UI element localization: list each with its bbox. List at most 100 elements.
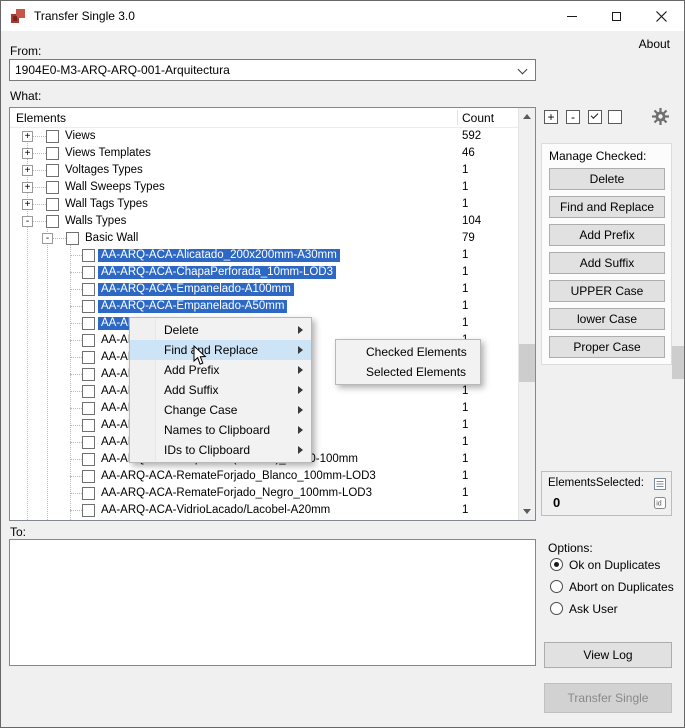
row-checkbox[interactable] xyxy=(82,453,95,466)
tree-row[interactable]: AA-ARQ-ACA-Alicatado_200x200mm-A30mm 1 xyxy=(10,247,518,264)
ids-icon[interactable]: id xyxy=(653,496,667,510)
panel-scrollbar-thumb[interactable] xyxy=(672,346,684,379)
row-checkbox[interactable] xyxy=(82,249,95,262)
context-menu-item[interactable]: Change Case xyxy=(130,400,311,420)
row-checkbox[interactable] xyxy=(46,181,59,194)
collapse-icon[interactable]: - xyxy=(42,233,53,244)
manage-add-suffix-button[interactable]: Add Suffix xyxy=(549,252,665,274)
tree-connector xyxy=(70,510,82,511)
from-dropdown[interactable]: 1904E0-M3-ARQ-ARQ-001-Arquitectura xyxy=(9,59,536,81)
scroll-down-icon[interactable] xyxy=(519,503,535,520)
about-link[interactable]: About xyxy=(639,37,670,51)
manage-delete-button[interactable]: Delete xyxy=(549,168,665,190)
context-menu-item[interactable]: Delete xyxy=(130,320,311,340)
uncheck-all-button[interactable] xyxy=(608,110,622,124)
context-menu-item[interactable]: IDs to Clipboard xyxy=(130,440,311,460)
tree-row[interactable]: + Voltages Types 1 xyxy=(10,162,518,179)
tree-connector xyxy=(70,340,82,341)
radio-label: Ask User xyxy=(569,601,618,616)
minimize-button[interactable] xyxy=(549,1,594,31)
check-all-button[interactable] xyxy=(588,110,602,124)
row-checkbox[interactable] xyxy=(82,283,95,296)
row-checkbox[interactable] xyxy=(82,300,95,313)
context-menu-item[interactable]: Find and Replace xyxy=(130,340,311,360)
submenu-item[interactable]: Selected Elements xyxy=(336,362,480,382)
tree-row[interactable]: - Walls Types 104 xyxy=(10,213,518,230)
row-checkbox[interactable] xyxy=(46,147,59,160)
row-checkbox[interactable] xyxy=(46,130,59,143)
add-button[interactable]: + xyxy=(544,110,558,124)
row-checkbox[interactable] xyxy=(82,487,95,500)
tree-row-label: AA-ARQ-ACA-VidrioLacado/Lacobel-A20mm xyxy=(101,504,331,516)
tree-row[interactable]: + Wall Tags Types 1 xyxy=(10,196,518,213)
maximize-button[interactable] xyxy=(594,1,639,31)
row-checkbox[interactable] xyxy=(82,419,95,432)
row-checkbox[interactable] xyxy=(82,351,95,364)
tree-row-label: AA-ARQ-ACA-RemateForjado_Blanco_100mm-LO… xyxy=(101,470,376,482)
row-checkbox[interactable] xyxy=(82,317,95,330)
to-label: To: xyxy=(10,525,27,539)
row-count: 1 xyxy=(462,436,469,448)
row-checkbox[interactable] xyxy=(82,334,95,347)
expand-icon[interactable]: + xyxy=(22,199,33,210)
names-list-icon[interactable] xyxy=(653,477,667,491)
tree-scrollbar-thumb[interactable] xyxy=(519,344,535,382)
radio-checked-icon xyxy=(550,558,563,571)
manage-upper-case-button[interactable]: UPPER Case xyxy=(549,280,665,302)
close-button[interactable] xyxy=(639,1,684,31)
submenu-item[interactable]: Checked Elements xyxy=(336,342,480,362)
row-checkbox[interactable] xyxy=(82,385,95,398)
tree-row[interactable]: - Basic Wall 79 xyxy=(10,230,518,247)
tree-row[interactable]: AA-ARQ-ACA-Empanelado-A100mm 1 xyxy=(10,281,518,298)
row-count: 1 xyxy=(462,487,469,499)
expand-icon[interactable]: + xyxy=(22,182,33,193)
radio-ask-user[interactable]: Ask User xyxy=(550,601,618,616)
row-checkbox[interactable] xyxy=(82,504,95,517)
tree-row[interactable]: + Wall Sweeps Types 1 xyxy=(10,179,518,196)
remove-button[interactable]: - xyxy=(566,110,580,124)
expand-icon[interactable]: + xyxy=(22,165,33,176)
manage-find-and-replace-button[interactable]: Find and Replace xyxy=(549,196,665,218)
row-count: 1 xyxy=(462,164,469,176)
tree-row[interactable]: AA-ARQ-ACA-RemateForjado_Blanco_100mm-LO… xyxy=(10,468,518,485)
row-checkbox[interactable] xyxy=(82,368,95,381)
minimize-icon xyxy=(566,15,577,17)
tree-row[interactable]: AA-ARQ-ACA-VidrioLacado/Lacobel-A20mm 1 xyxy=(10,502,518,519)
scroll-up-icon[interactable] xyxy=(519,108,535,125)
expand-icon[interactable]: + xyxy=(22,131,33,142)
tree-row[interactable]: + Views 592 xyxy=(10,128,518,145)
row-count: 1 xyxy=(462,385,469,397)
manage-add-prefix-button[interactable]: Add Prefix xyxy=(549,224,665,246)
radio-abort-on-duplicates[interactable]: Abort on Duplicates xyxy=(550,579,674,594)
row-checkbox[interactable] xyxy=(46,164,59,177)
tree-row[interactable]: AA-ARQ-ACA-RemateForjado_Negro_100mm-LOD… xyxy=(10,485,518,502)
settings-button[interactable] xyxy=(651,107,670,126)
context-menu-item[interactable]: Add Prefix xyxy=(130,360,311,380)
tree-scrollbar[interactable] xyxy=(518,108,535,520)
maximize-icon xyxy=(612,11,621,21)
row-checkbox[interactable] xyxy=(66,232,79,245)
tree-row[interactable]: AA-ARQ-ACA-ChapaPerforada_10mm-LOD3 1 xyxy=(10,264,518,281)
row-checkbox[interactable] xyxy=(82,402,95,415)
row-checkbox[interactable] xyxy=(46,198,59,211)
tree-connector xyxy=(70,272,82,273)
collapse-icon[interactable]: - xyxy=(22,216,33,227)
minus-icon: - xyxy=(571,110,575,124)
manage-lower-case-button[interactable]: lower Case xyxy=(549,308,665,330)
tree-row[interactable]: + Views Templates 46 xyxy=(10,145,518,162)
context-menu-item-label: Add Prefix xyxy=(164,363,220,377)
row-checkbox[interactable] xyxy=(46,215,59,228)
context-menu-item[interactable]: Names to Clipboard xyxy=(130,420,311,440)
elements-column-header: Elements xyxy=(16,111,67,125)
to-list[interactable] xyxy=(9,539,536,666)
view-log-button[interactable]: View Log xyxy=(544,642,672,668)
radio-ok-on-duplicates[interactable]: Ok on Duplicates xyxy=(550,557,660,572)
row-checkbox[interactable] xyxy=(82,470,95,483)
tree-row[interactable]: AA-ARQ-ACA-Empanelado-A50mm 1 xyxy=(10,298,518,315)
row-checkbox[interactable] xyxy=(82,266,95,279)
context-menu-item-label: Change Case xyxy=(164,403,238,417)
expand-icon[interactable]: + xyxy=(22,148,33,159)
context-menu-item[interactable]: Add Suffix xyxy=(130,380,311,400)
manage-proper-case-button[interactable]: Proper Case xyxy=(549,336,665,358)
row-checkbox[interactable] xyxy=(82,436,95,449)
